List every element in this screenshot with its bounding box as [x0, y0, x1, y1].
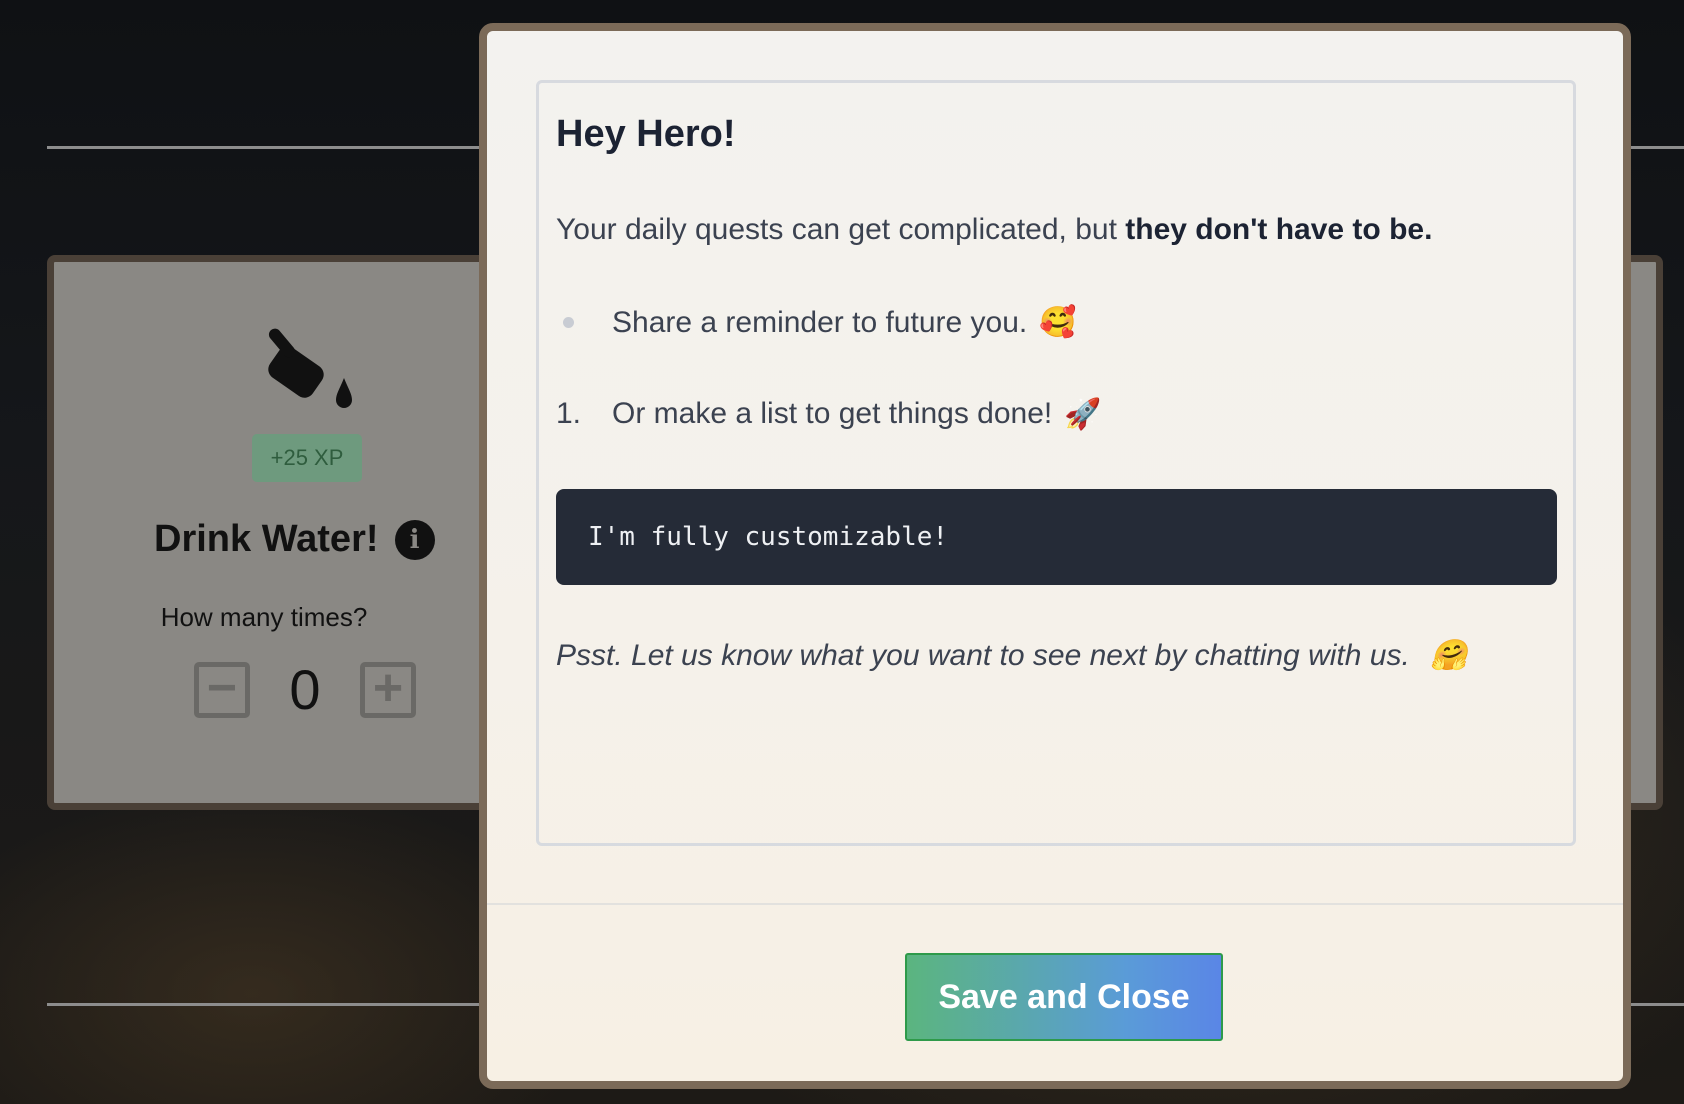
intro-bold-text: they don't have to be.	[1125, 213, 1433, 246]
modal-footer-divider	[487, 903, 1623, 905]
decrement-button[interactable]: −	[194, 661, 250, 718]
bullet-text: Share a reminder to future you.	[612, 305, 1028, 339]
hugging-face-icon: 🤗	[1430, 638, 1468, 673]
info-icon[interactable]: i	[394, 519, 435, 560]
save-and-close-button[interactable]: Save and Close	[905, 953, 1223, 1041]
psst-note: Psst. Let us know what you want to see n…	[556, 638, 1468, 673]
smiling-face-hearts-icon: 🥰	[1039, 305, 1077, 340]
intro-text: Your daily quests can get complicated, b…	[556, 213, 1126, 246]
quest-title-row: Drink Water! i	[154, 518, 435, 561]
xp-badge: +25 XP	[252, 434, 362, 482]
increment-button[interactable]: +	[360, 661, 416, 718]
count-value: 0	[289, 658, 321, 721]
rocket-icon: 🚀	[1064, 397, 1102, 432]
modal-heading: Hey Hero!	[556, 113, 736, 155]
intro-paragraph: Your daily quests can get complicated, b…	[556, 213, 1432, 247]
paint-bucket-icon	[268, 328, 352, 408]
rich-text-editor[interactable]: Hey Hero! Your daily quests can get comp…	[536, 80, 1576, 846]
quest-title: Drink Water!	[154, 518, 379, 560]
welcome-modal: Hey Hero! Your daily quests can get comp…	[479, 23, 1631, 1089]
psst-text: Psst. Let us know what you want to see n…	[556, 639, 1410, 672]
quantity-stepper: − 0 +	[194, 657, 416, 722]
numbered-text: Or make a list to get things done!	[612, 397, 1053, 430]
bullet-list-item: Share a reminder to future you. 🥰	[556, 305, 1077, 340]
list-number: 1.	[556, 397, 582, 430]
quest-prompt: How many times?	[160, 602, 368, 632]
numbered-list-item: 1. Or make a list to get things done! 🚀	[556, 397, 1102, 432]
code-block: I'm fully customizable!	[556, 489, 1557, 585]
bullet-dot	[563, 317, 574, 328]
quest-card-body: +25 XP Drink Water! i How many times? − …	[54, 262, 474, 803]
